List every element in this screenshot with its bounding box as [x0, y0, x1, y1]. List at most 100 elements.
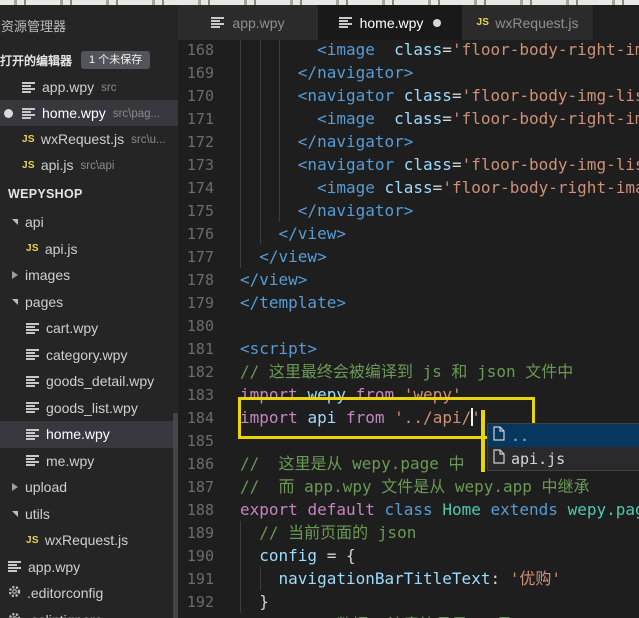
- code-token: [240, 201, 298, 220]
- wpy-file-icon: [26, 349, 39, 360]
- code-line-181[interactable]: 181<script>: [178, 337, 639, 360]
- code-token: =: [442, 109, 452, 128]
- code-line-180[interactable]: 180: [178, 314, 639, 337]
- code-line-190[interactable]: 190 config = {: [178, 544, 639, 567]
- code-line-179[interactable]: 179</template>: [178, 291, 639, 314]
- code-token: wepy.page: [568, 500, 639, 519]
- code-line-182[interactable]: 182// 这里最终会被编译到 js 和 json 文件中: [178, 360, 639, 383]
- code-token: class: [385, 178, 433, 197]
- tree-item-goods_detail.wpy[interactable]: goods_detail.wpy: [0, 368, 178, 395]
- line-number: 192: [178, 591, 214, 614]
- code-line-178[interactable]: 178 </view>: [178, 268, 639, 291]
- file-label: app.wpy: [42, 79, 94, 95]
- code-token: '优购': [510, 569, 561, 588]
- code-token: class: [404, 155, 452, 174]
- tree-item-.editorconfig[interactable]: .editorconfig: [0, 580, 178, 607]
- tree-item-category.wpy[interactable]: category.wpy: [0, 342, 178, 369]
- tree-item-cart.wpy[interactable]: cart.wpy: [0, 315, 178, 342]
- code-line-171[interactable]: 171 <image class='floor-body-right-image…: [178, 107, 639, 130]
- code-line-187[interactable]: 187// 而 app.wpy 文件是从 wepy.app 中继承: [178, 475, 639, 498]
- open-editor-item-app.wpy[interactable]: app.wpysrc: [0, 74, 178, 100]
- code-token: </view>: [240, 270, 307, 289]
- code-line-188[interactable]: 188export default class Home extends wep…: [178, 498, 639, 521]
- wpy-file-icon: [26, 455, 39, 466]
- line-number: 179: [178, 292, 214, 315]
- line-number: 190: [178, 545, 214, 568]
- file-icon: [493, 426, 505, 445]
- tree-item-label: goods_detail.wpy: [46, 373, 154, 389]
- code-token: </navigator>: [298, 201, 414, 220]
- js-file-icon: JS: [26, 535, 39, 546]
- code-line-177[interactable]: 177 </view>: [178, 245, 639, 268]
- gear-icon: [8, 585, 21, 601]
- tree-item-app.wpy[interactable]: app.wpy: [0, 554, 178, 581]
- tree-item-label: wxRequest.js: [45, 532, 128, 548]
- code-line-169[interactable]: 169 </navigator>: [178, 61, 639, 84]
- code-token: =: [442, 40, 452, 59]
- tree-item-label: app.wpy: [28, 559, 80, 575]
- tab-app.wpy[interactable]: app.wpy: [178, 5, 319, 40]
- code-token: [394, 155, 404, 174]
- code-token: Home: [442, 500, 481, 519]
- tree-item-me.wpy[interactable]: me.wpy: [0, 448, 178, 475]
- tree-item-goods_list.wpy[interactable]: goods_list.wpy: [0, 395, 178, 422]
- suggestion-api.js[interactable]: api.js: [488, 447, 639, 470]
- code-editor[interactable]: 168 <image class='floor-body-right-image…: [178, 38, 639, 618]
- line-number: 178: [178, 269, 214, 292]
- open-editors-header[interactable]: 打开的编辑器 1 个未保存: [0, 46, 178, 74]
- file-label: wxRequest.js: [41, 131, 124, 147]
- code-line-191[interactable]: 191 navigationBarTitleText: '优购': [178, 567, 639, 590]
- code-line-168[interactable]: 168 <image class='floor-body-right-image…: [178, 38, 639, 61]
- open-editor-item-api.js[interactable]: JSapi.jssrc\api: [0, 152, 178, 178]
- indent-guide: [240, 38, 241, 268]
- open-editor-item-home.wpy[interactable]: home.wpysrc\pag...: [0, 100, 178, 126]
- code-line-175[interactable]: 175 </navigator>: [178, 199, 639, 222]
- tree-item-wxRequest.js[interactable]: JS wxRequest.js: [0, 527, 178, 554]
- tab-home.wpy[interactable]: home.wpy: [319, 5, 462, 40]
- file-path: src\api: [81, 158, 115, 172]
- tree-item-.eslintignore[interactable]: .eslintignore: [0, 607, 178, 618]
- tree-item-label: cart.wpy: [46, 320, 98, 336]
- code-line-170[interactable]: 170 <navigator class='floor-body-img-lis…: [178, 84, 639, 107]
- line-number: 175: [178, 200, 214, 223]
- code-line-192[interactable]: 192 }: [178, 590, 639, 613]
- code-token: </navigator>: [298, 63, 414, 82]
- project-section-header[interactable]: WEPYSHOP: [0, 178, 178, 209]
- tree-item-label: me.wpy: [46, 453, 94, 469]
- suggestion-..[interactable]: ..: [488, 424, 639, 447]
- js-file-icon: JS: [22, 134, 35, 145]
- tree-item-utils[interactable]: utils: [0, 501, 178, 528]
- code-token: 'floor-body-img-list': [462, 155, 639, 174]
- indent-guide: [279, 38, 280, 222]
- explorer-title: 资源管理器: [0, 5, 178, 46]
- code-token: [394, 86, 404, 105]
- code-token: [240, 86, 298, 105]
- code-line-172[interactable]: 172 </navigator>: [178, 130, 639, 153]
- tree-item-api[interactable]: api: [0, 209, 178, 236]
- tree-item-home.wpy[interactable]: home.wpy: [0, 421, 178, 448]
- tree-item-upload[interactable]: upload: [0, 474, 178, 501]
- code-line-176[interactable]: 176 </view>: [178, 222, 639, 245]
- chevron-expanded-icon: [12, 219, 18, 225]
- tree-item-label: upload: [25, 479, 67, 495]
- modified-dot-icon: [4, 109, 13, 118]
- code-line-173[interactable]: 173 <navigator class='floor-body-img-lis…: [178, 153, 639, 176]
- tab-label: home.wpy: [360, 15, 424, 31]
- js-file-icon: JS: [26, 243, 39, 254]
- tab-wxRequest.js[interactable]: JSwxRequest.js: [462, 5, 594, 40]
- tree-item-images[interactable]: images: [0, 262, 178, 289]
- tree-item-api.js[interactable]: JSapi.js: [0, 236, 178, 263]
- code-line-174[interactable]: 174 <image class='floor-body-right-image…: [178, 176, 639, 199]
- suggestion-label: api.js: [511, 450, 565, 468]
- open-editor-item-wxRequest.js[interactable]: JSwxRequest.jssrc\u...: [0, 126, 178, 152]
- code-token: default: [307, 500, 374, 519]
- code-line-193[interactable]: 193 // data 数据 注意符号是 - 号: [178, 613, 639, 618]
- tree-item-pages[interactable]: pages: [0, 289, 178, 316]
- line-number: 171: [178, 108, 214, 131]
- code-token: </navigator>: [298, 132, 414, 151]
- line-number: 176: [178, 223, 214, 246]
- code-token: extends: [491, 500, 558, 519]
- line-number: 177: [178, 246, 214, 269]
- code-line-189[interactable]: 189 // 当前页面的 json: [178, 521, 639, 544]
- tree-item-label: home.wpy: [46, 426, 110, 442]
